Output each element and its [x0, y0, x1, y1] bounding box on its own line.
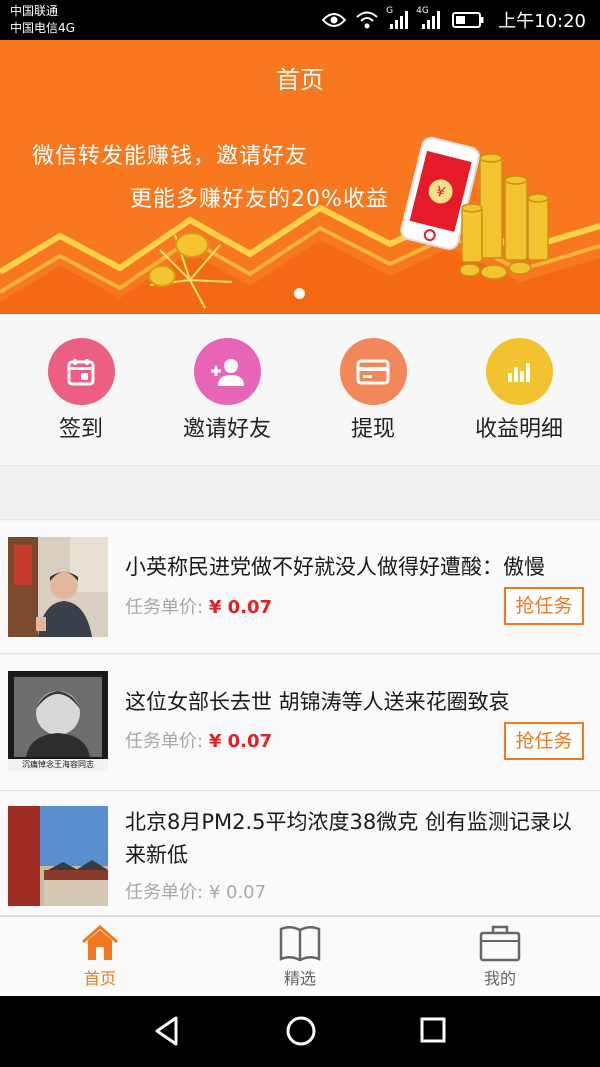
- checkin-label: 签到: [58, 417, 103, 442]
- news-thumbnail: [8, 806, 108, 906]
- task-price: 任务单价: ¥ 0.07: [125, 878, 266, 904]
- invite-friends-button[interactable]: 邀请好友: [157, 338, 297, 443]
- thumbnail-caption: 沉痛悼念王海容同志: [22, 760, 94, 769]
- recents-icon[interactable]: [418, 1014, 448, 1052]
- grab-task-button[interactable]: 抢任务: [504, 722, 584, 760]
- briefcase-icon: [479, 925, 521, 962]
- checkin-button[interactable]: 签到: [11, 338, 151, 443]
- task-price-value: ¥ 0.07: [208, 882, 267, 903]
- tab-home-label: 首页: [83, 969, 116, 988]
- task-price-label: 任务单价:: [125, 731, 204, 752]
- back-icon[interactable]: [152, 1014, 182, 1052]
- carrier-1: 中国联通: [10, 4, 59, 18]
- card-icon: [339, 338, 407, 405]
- clock: 上午10:20: [498, 11, 586, 32]
- banner-subheadline: 更能多赚好友的20%收益: [130, 187, 389, 212]
- add-user-icon: [193, 338, 261, 405]
- news-title: 这位女部长去世 胡锦涛等人送来花圈致哀: [125, 690, 510, 714]
- task-price-label: 任务单价:: [125, 597, 204, 618]
- tab-mine-label: 我的: [483, 969, 516, 988]
- grab-task-button[interactable]: 抢任务: [504, 587, 584, 625]
- earnings-detail-button[interactable]: 收益明细: [449, 338, 589, 443]
- task-price: 任务单价: ¥ 0.07: [125, 727, 272, 753]
- home-circle-icon[interactable]: [284, 1014, 318, 1052]
- quick-actions: 签到 邀请好友 提现 收益明细: [0, 314, 600, 466]
- battery-icon: [452, 12, 484, 28]
- tab-mine[interactable]: 我的: [400, 917, 600, 997]
- news-thumbnail: 沉痛悼念王海容同志: [8, 671, 108, 771]
- task-price-label: 任务单价:: [125, 882, 204, 903]
- task-price: 任务单价: ¥ 0.07: [125, 593, 272, 619]
- tab-home[interactable]: 首页: [0, 917, 200, 997]
- book-icon: [279, 926, 321, 962]
- signal-1-icon: G: [386, 6, 410, 30]
- withdraw-label: 提现: [350, 417, 395, 442]
- network-type-1: G: [386, 6, 394, 16]
- news-title: 小英称民进党做不好就没人做得好遭酸：傲慢: [125, 555, 545, 579]
- banner-carousel[interactable]: ¥ 首页 微信转发能赚钱，邀请好友 更能多赚好友的20%收益: [0, 40, 600, 314]
- news-item[interactable]: 小英称民进党做不好就没人做得好遭酸：傲慢 任务单价: ¥ 0.07 抢任务: [0, 521, 600, 654]
- news-item[interactable]: 沉痛悼念王海容同志 这位女部长去世 胡锦涛等人送来花圈致哀 任务单价: ¥ 0.…: [0, 655, 600, 791]
- carrier-2: 中国电信4G: [10, 21, 75, 35]
- tab-featured-label: 精选: [283, 969, 316, 988]
- invite-friends-label: 邀请好友: [182, 417, 271, 442]
- page-title: 首页: [276, 66, 324, 94]
- bottom-tab-bar: 首页 精选 我的: [0, 916, 600, 996]
- status-icons: G 4G 上午10:20: [322, 0, 586, 40]
- system-nav-bar: [0, 996, 600, 1067]
- eye-icon: [322, 12, 347, 28]
- home-icon: [82, 924, 118, 960]
- calendar-icon: [47, 338, 115, 405]
- task-price-value: ¥ 0.07: [208, 731, 273, 752]
- withdraw-button[interactable]: 提现: [303, 338, 443, 443]
- bar-chart-icon: [485, 338, 553, 405]
- banner-headline: 微信转发能赚钱，邀请好友: [32, 144, 309, 169]
- network-type-2: 4G: [416, 6, 429, 16]
- earnings-detail-label: 收益明细: [474, 417, 563, 442]
- tab-featured[interactable]: 精选: [200, 917, 400, 997]
- carousel-dot[interactable]: [294, 288, 305, 299]
- status-bar: 中国联通 中国电信4G G 4G 上午10:20: [0, 0, 600, 40]
- news-title: 北京8月PM2.5平均浓度38微克 创有监测记录以来新低: [125, 810, 572, 867]
- news-thumbnail: [8, 537, 108, 637]
- signal-2-icon: 4G: [416, 6, 442, 30]
- news-item[interactable]: 北京8月PM2.5平均浓度38微克 创有监测记录以来新低 任务单价: ¥ 0.0…: [0, 792, 600, 916]
- section-divider: [0, 466, 600, 520]
- wifi-icon: [356, 11, 378, 29]
- task-price-value: ¥ 0.07: [208, 597, 273, 618]
